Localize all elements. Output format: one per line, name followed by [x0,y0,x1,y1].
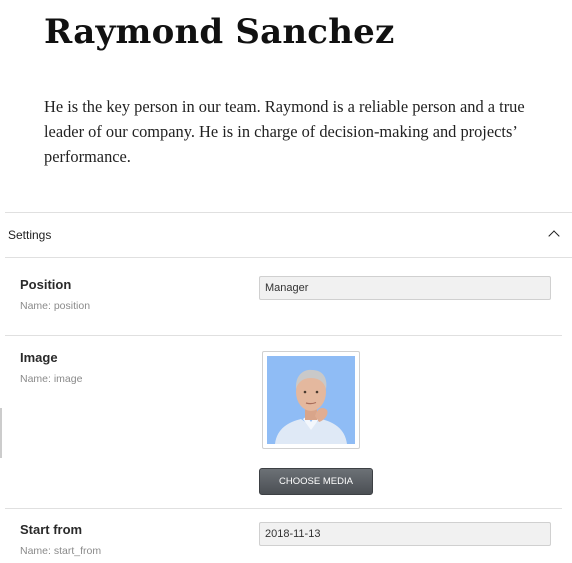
settings-panel-header[interactable]: Settings [5,213,572,258]
position-name-hint: Name: position [20,300,91,312]
position-input[interactable] [259,276,551,300]
image-thumbnail[interactable] [262,351,360,449]
settings-panel: Settings Position Name: position Image N… [5,212,572,563]
field-row-start-from: Start from Name: start_from [5,509,562,563]
left-edge-handle [0,408,2,458]
post-title: Raymond Sanchez [44,12,395,52]
portrait-image [267,356,355,444]
post-body: He is the key person in our team. Raymon… [44,97,525,166]
choose-media-button[interactable]: CHOOSE MEDIA [259,468,373,495]
start-from-name-hint: Name: start_from [20,545,102,557]
image-name-hint: Name: image [20,373,83,385]
image-label: Image [20,350,58,365]
start-from-input[interactable] [259,522,551,546]
field-row-position: Position Name: position [5,258,562,336]
chevron-up-icon[interactable] [548,230,560,242]
start-from-label: Start from [20,522,83,537]
settings-title: Settings [8,228,52,242]
position-label: Position [20,277,72,292]
